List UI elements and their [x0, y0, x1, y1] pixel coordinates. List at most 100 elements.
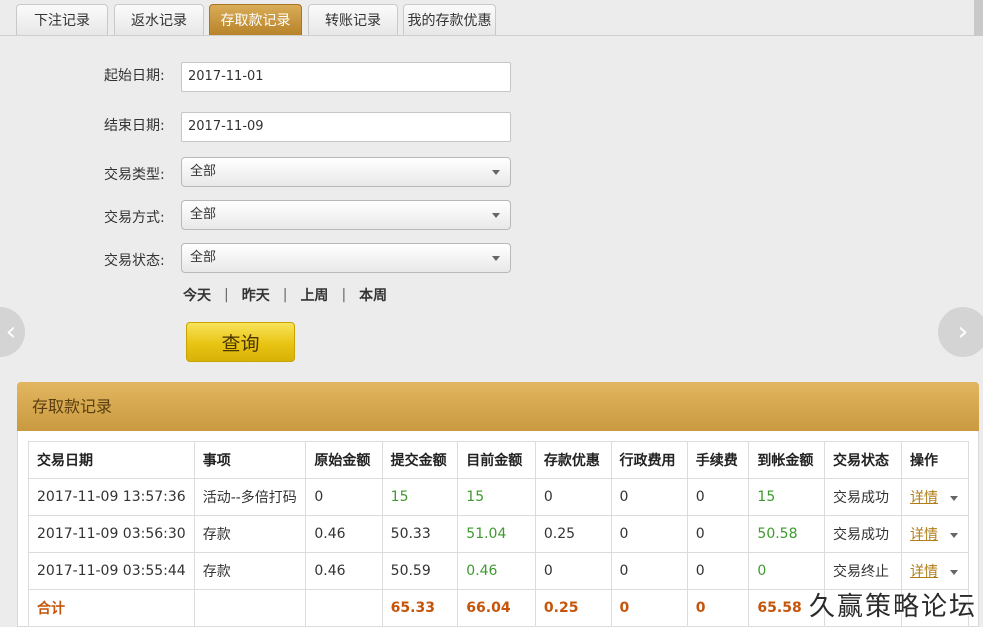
- table-row: 2017-11-09 13:57:36 活动--多倍打码 0 15 15 0 0…: [28, 478, 970, 516]
- table-cell: 0: [686, 552, 750, 590]
- table-cell: [305, 589, 383, 627]
- tab-transfer-records[interactable]: 转账记录: [308, 4, 398, 35]
- end-date-label: 结束日期:: [104, 118, 165, 134]
- table-cell: 50.58: [748, 515, 826, 553]
- column-header: 目前金额: [457, 441, 536, 479]
- column-header: 原始金额: [305, 441, 383, 479]
- scrollbar[interactable]: [974, 0, 983, 36]
- table-cell: 0: [610, 552, 688, 590]
- query-button[interactable]: 查询: [186, 322, 295, 362]
- prev-arrow-button[interactable]: ‹: [0, 307, 25, 357]
- quick-date-links: 今天 | 昨天 | 上周 | 本周: [183, 285, 387, 305]
- separator: |: [224, 287, 229, 303]
- separator: |: [282, 287, 288, 303]
- table-cell: 交易成功: [824, 515, 902, 553]
- detail-cell: 详情: [900, 515, 970, 553]
- chevron-right-icon: ›: [957, 317, 969, 347]
- start-date-input[interactable]: 2017-11-01: [181, 62, 511, 92]
- table-cell: 15: [748, 478, 826, 516]
- tab-rebate-records[interactable]: 返水记录: [114, 4, 204, 35]
- table-cell: 2017-11-09 03:56:30: [28, 515, 195, 553]
- quick-date-yesterday[interactable]: 昨天: [242, 285, 270, 305]
- table-cell: 交易成功: [824, 478, 902, 516]
- table-cell: 0: [534, 478, 612, 516]
- transaction-status-label: 交易状态:: [104, 253, 165, 269]
- detail-link[interactable]: 详情: [910, 527, 938, 543]
- tab-my-deposit-bonus[interactable]: 我的存款优惠: [403, 4, 496, 35]
- chevron-down-icon: [492, 256, 500, 261]
- column-header: 到帐金额: [748, 441, 826, 479]
- table-cell: 0: [305, 478, 383, 516]
- transaction-method-select[interactable]: 全部: [181, 200, 511, 230]
- table-cell: 0: [534, 552, 612, 590]
- table-row: 2017-11-09 03:56:30 存款 0.46 50.33 51.04 …: [28, 515, 970, 553]
- transaction-type-select[interactable]: 全部: [181, 157, 511, 187]
- quick-date-this-week[interactable]: 本周: [359, 285, 387, 305]
- table-cell: 存款: [193, 515, 307, 553]
- transaction-status-value: 全部: [190, 250, 217, 265]
- table-cell: 0: [610, 478, 688, 516]
- transaction-type-value: 全部: [190, 164, 217, 179]
- table-cell: 50.33: [381, 515, 459, 553]
- table-cell: 0: [610, 515, 688, 553]
- detail-link[interactable]: 详情: [910, 490, 938, 506]
- record-tabs: 下注记录 返水记录 存取款记录 转账记录 我的存款优惠: [0, 0, 983, 36]
- column-header: 交易状态: [824, 441, 902, 479]
- table-row: 2017-11-09 03:55:44 存款 0.46 50.59 0.46 0…: [28, 552, 970, 590]
- chevron-down-icon: [492, 213, 500, 218]
- column-header: 提交金额: [381, 441, 459, 479]
- transaction-method-value: 全部: [190, 207, 217, 222]
- table-cell: 51.04: [457, 515, 536, 553]
- detail-link[interactable]: 详情: [910, 564, 938, 580]
- table-cell: 活动--多倍打码: [193, 478, 307, 516]
- watermark: 久赢策略论坛: [808, 592, 977, 622]
- column-header: 手续费: [686, 441, 750, 479]
- column-header: 存款优惠: [534, 441, 612, 479]
- table-cell: 50.59: [381, 552, 459, 590]
- quick-date-last-week[interactable]: 上周: [300, 285, 328, 305]
- column-header: 交易日期: [28, 441, 195, 479]
- quick-date-today[interactable]: 今天: [183, 285, 211, 305]
- table-cell: 15: [381, 478, 459, 516]
- total-submitted: 65.33: [381, 589, 459, 627]
- transaction-status-select[interactable]: 全部: [181, 243, 511, 273]
- total-admin-fee: 0: [610, 589, 688, 627]
- table-cell: [193, 589, 307, 627]
- table-cell: 2017-11-09 03:55:44: [28, 552, 195, 590]
- table-cell: 15: [457, 478, 536, 516]
- records-panel-title: 存取款记录: [17, 382, 979, 431]
- table-cell: 0.46: [305, 515, 383, 553]
- chevron-down-icon[interactable]: [949, 495, 958, 501]
- transaction-type-label: 交易类型:: [104, 167, 165, 183]
- chevron-down-icon: [492, 170, 500, 175]
- total-bonus: 0.25: [534, 589, 612, 627]
- table-cell: 0: [748, 552, 826, 590]
- total-current: 66.04: [457, 589, 536, 627]
- table-cell: 0.46: [305, 552, 383, 590]
- table-cell: 0: [686, 478, 750, 516]
- table-cell: 2017-11-09 13:57:36: [28, 478, 195, 516]
- tab-bet-records[interactable]: 下注记录: [16, 4, 108, 35]
- table-cell: 0: [686, 515, 750, 553]
- total-fee: 0: [686, 589, 750, 627]
- end-date-input[interactable]: 2017-11-09: [181, 112, 511, 142]
- transaction-method-label: 交易方式:: [104, 210, 165, 226]
- total-label: 合计: [28, 589, 195, 627]
- start-date-label: 起始日期:: [104, 68, 165, 84]
- table-cell: 交易终止: [824, 552, 902, 590]
- column-header: 行政费用: [610, 441, 688, 479]
- separator: |: [341, 287, 347, 303]
- table-cell: 0.25: [534, 515, 612, 553]
- table-cell: 0.46: [457, 552, 536, 590]
- detail-cell: 详情: [900, 478, 970, 516]
- detail-cell: 详情: [900, 552, 970, 590]
- tab-deposit-withdraw-records[interactable]: 存取款记录: [209, 4, 302, 35]
- table-cell: 存款: [193, 552, 307, 590]
- next-arrow-button[interactable]: ›: [938, 307, 983, 357]
- chevron-down-icon[interactable]: [949, 532, 958, 538]
- table-header-row: 交易日期 事项 原始金额 提交金额 目前金额 存款优惠 行政费用 手续费 到帐金…: [28, 441, 970, 479]
- column-header: 操作: [900, 441, 970, 479]
- chevron-left-icon: ‹: [5, 317, 17, 347]
- column-header: 事项: [193, 441, 307, 479]
- chevron-down-icon[interactable]: [949, 569, 958, 575]
